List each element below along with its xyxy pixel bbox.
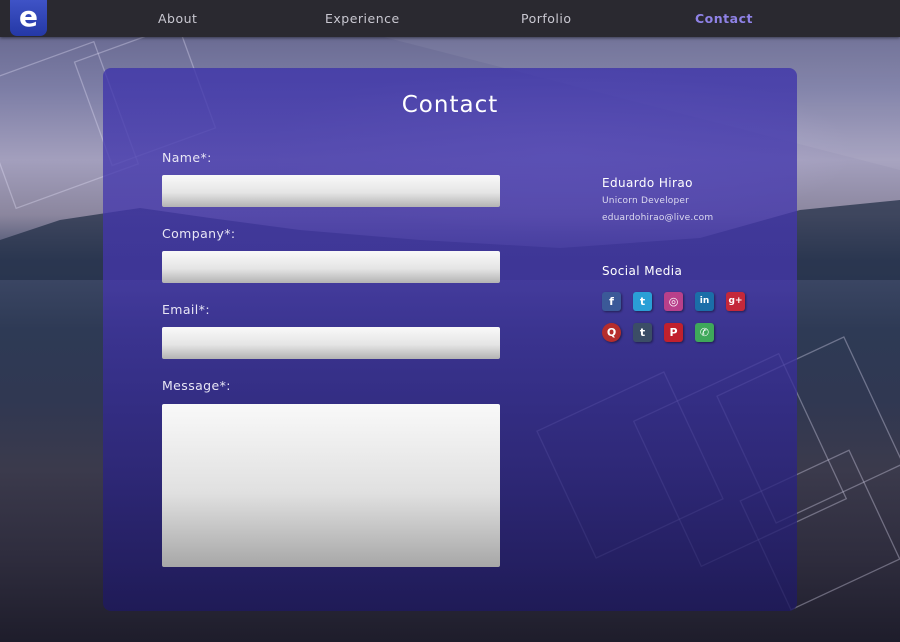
twitter-icon[interactable]: t	[633, 292, 652, 311]
facebook-icon[interactable]: f	[602, 292, 621, 311]
pinterest-icon[interactable]: P	[664, 323, 683, 342]
linkedin-icon[interactable]: in	[695, 292, 714, 311]
google-plus-icon[interactable]: g+	[726, 292, 745, 311]
profile-email[interactable]: eduardohirao@live.com	[602, 213, 713, 223]
whatsapp-icon[interactable]: ✆	[695, 323, 714, 342]
name-label: Name*:	[162, 150, 212, 165]
company-field[interactable]	[162, 251, 500, 283]
nav-item-contact[interactable]: Contact	[695, 11, 753, 27]
email-label: Email*:	[162, 302, 210, 317]
tumblr-icon[interactable]: t	[633, 323, 652, 342]
logo-letter: e	[19, 0, 38, 33]
top-navbar: e About Experience Porfolio Contact	[0, 0, 900, 37]
instagram-icon[interactable]: ◎	[664, 292, 683, 311]
email-field[interactable]	[162, 327, 500, 359]
message-label: Message*:	[162, 378, 231, 393]
nav-item-portfolio[interactable]: Porfolio	[521, 11, 572, 27]
logo[interactable]: e	[10, 0, 47, 36]
contact-card: Contact Name*: Company*: Email*: Message…	[103, 68, 797, 611]
page-title: Contact	[401, 92, 499, 118]
profile-name: Eduardo Hirao	[602, 176, 693, 190]
nav-item-about[interactable]: About	[158, 11, 197, 27]
quora-icon[interactable]: Q	[602, 323, 621, 342]
social-media-title: Social Media	[602, 264, 683, 278]
message-field[interactable]	[162, 404, 500, 567]
company-label: Company*:	[162, 226, 236, 241]
name-field[interactable]	[162, 175, 500, 207]
profile-role: Unicorn Developer	[602, 196, 690, 206]
nav-item-experience[interactable]: Experience	[325, 11, 400, 27]
